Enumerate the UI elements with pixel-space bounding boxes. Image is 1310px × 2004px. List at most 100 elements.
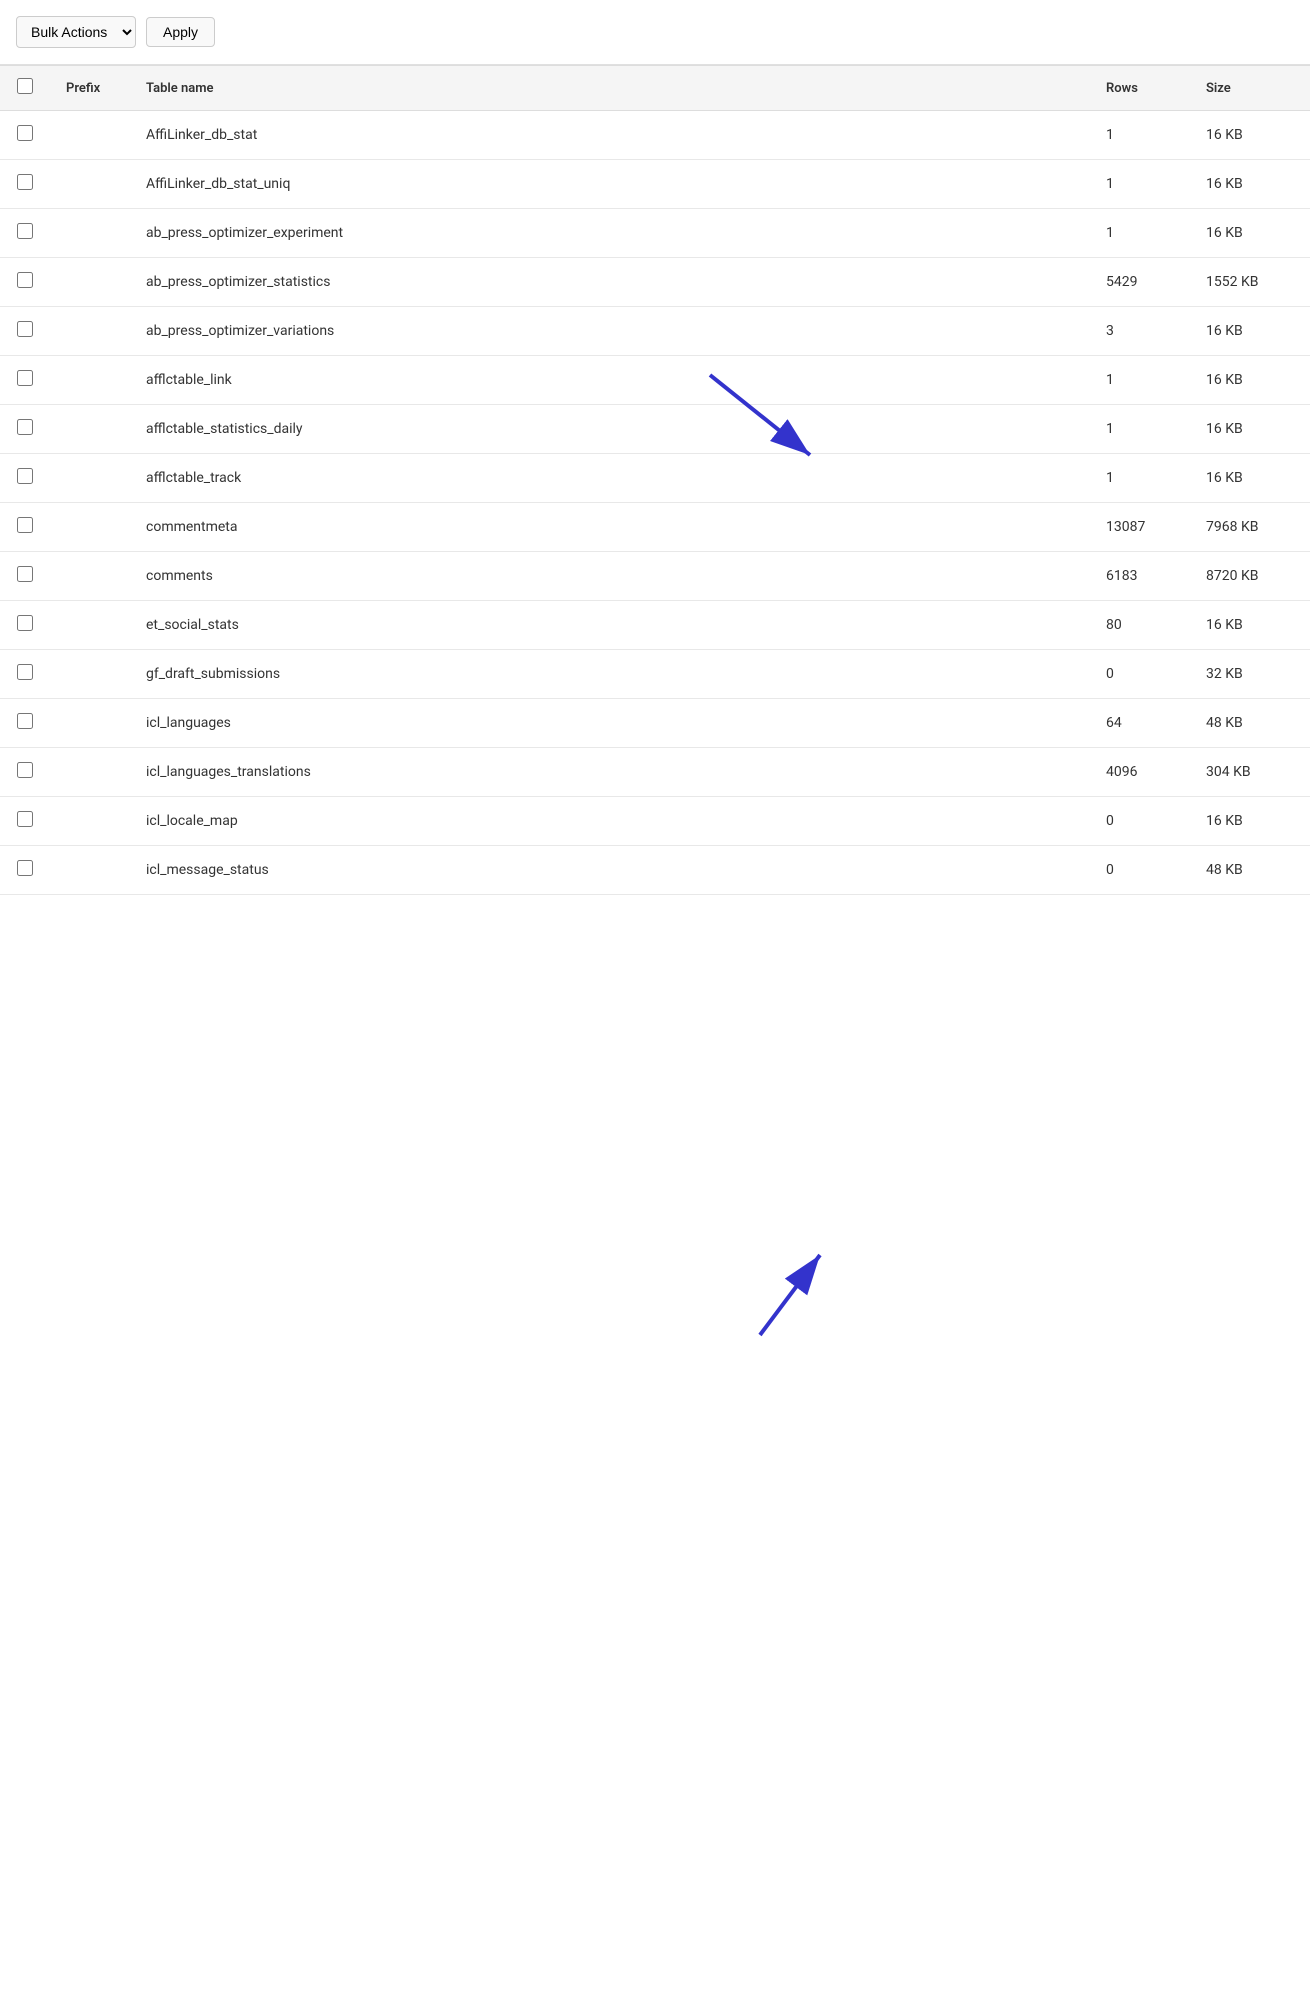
row-prefix	[50, 846, 130, 895]
row-size: 32 KB	[1190, 650, 1310, 699]
row-rows: 80	[1090, 601, 1190, 650]
row-rows: 13087	[1090, 503, 1190, 552]
row-prefix	[50, 699, 130, 748]
table-row: comments 6183 8720 KB	[0, 552, 1310, 601]
table-container: Prefix Table name Rows Size AffiLinker_d…	[0, 65, 1310, 895]
row-table-name: commentmeta	[130, 503, 1090, 552]
table-row: ab_press_optimizer_statistics 5429 1552 …	[0, 258, 1310, 307]
table-row: icl_locale_map 0 16 KB	[0, 797, 1310, 846]
row-rows: 4096	[1090, 748, 1190, 797]
apply-button[interactable]: Apply	[146, 17, 215, 47]
row-prefix	[50, 503, 130, 552]
row-checkbox[interactable]	[17, 811, 33, 827]
row-checkbox-cell	[0, 160, 50, 209]
row-rows: 1	[1090, 209, 1190, 258]
row-prefix	[50, 797, 130, 846]
row-checkbox[interactable]	[17, 664, 33, 680]
row-rows: 1	[1090, 454, 1190, 503]
row-checkbox[interactable]	[17, 713, 33, 729]
row-rows: 1	[1090, 356, 1190, 405]
table-row: ab_press_optimizer_experiment 1 16 KB	[0, 209, 1310, 258]
row-rows: 6183	[1090, 552, 1190, 601]
row-size: 16 KB	[1190, 405, 1310, 454]
row-table-name: afflctable_link	[130, 356, 1090, 405]
row-table-name: et_social_stats	[130, 601, 1090, 650]
row-checkbox-cell	[0, 503, 50, 552]
row-table-name: icl_languages_translations	[130, 748, 1090, 797]
row-checkbox[interactable]	[17, 615, 33, 631]
table-header-row: Prefix Table name Rows Size	[0, 66, 1310, 111]
database-table: Prefix Table name Rows Size AffiLinker_d…	[0, 65, 1310, 895]
row-prefix	[50, 111, 130, 160]
row-checkbox-cell	[0, 699, 50, 748]
table-row: afflctable_link 1 16 KB	[0, 356, 1310, 405]
table-row: AffiLinker_db_stat_uniq 1 16 KB	[0, 160, 1310, 209]
row-checkbox-cell	[0, 209, 50, 258]
row-checkbox[interactable]	[17, 272, 33, 288]
table-row: icl_languages 64 48 KB	[0, 699, 1310, 748]
row-rows: 1	[1090, 160, 1190, 209]
row-size: 16 KB	[1190, 797, 1310, 846]
row-rows: 0	[1090, 797, 1190, 846]
table-row: icl_message_status 0 48 KB	[0, 846, 1310, 895]
row-prefix	[50, 405, 130, 454]
row-size: 16 KB	[1190, 307, 1310, 356]
row-table-name: ab_press_optimizer_experiment	[130, 209, 1090, 258]
row-checkbox-cell	[0, 748, 50, 797]
select-all-checkbox[interactable]	[17, 78, 33, 94]
row-checkbox[interactable]	[17, 370, 33, 386]
row-checkbox-cell	[0, 797, 50, 846]
row-rows: 5429	[1090, 258, 1190, 307]
row-checkbox[interactable]	[17, 125, 33, 141]
row-checkbox[interactable]	[17, 321, 33, 337]
row-size: 16 KB	[1190, 111, 1310, 160]
row-checkbox[interactable]	[17, 419, 33, 435]
row-size: 16 KB	[1190, 209, 1310, 258]
row-rows: 1	[1090, 111, 1190, 160]
row-prefix	[50, 552, 130, 601]
bulk-actions-select[interactable]: Bulk Actions	[16, 16, 136, 48]
row-size: 16 KB	[1190, 454, 1310, 503]
row-checkbox[interactable]	[17, 517, 33, 533]
row-checkbox[interactable]	[17, 762, 33, 778]
row-checkbox[interactable]	[17, 468, 33, 484]
row-checkbox-cell	[0, 601, 50, 650]
table-row: AffiLinker_db_stat 1 16 KB	[0, 111, 1310, 160]
row-checkbox[interactable]	[17, 860, 33, 876]
row-prefix	[50, 209, 130, 258]
row-table-name: ab_press_optimizer_statistics	[130, 258, 1090, 307]
row-checkbox[interactable]	[17, 566, 33, 582]
table-row: afflctable_statistics_daily 1 16 KB	[0, 405, 1310, 454]
row-checkbox-cell	[0, 552, 50, 601]
row-checkbox-cell	[0, 454, 50, 503]
row-size: 304 KB	[1190, 748, 1310, 797]
row-checkbox-cell	[0, 258, 50, 307]
row-size: 16 KB	[1190, 356, 1310, 405]
row-table-name: icl_languages	[130, 699, 1090, 748]
row-size: 8720 KB	[1190, 552, 1310, 601]
row-size: 7968 KB	[1190, 503, 1310, 552]
header-prefix: Prefix	[50, 66, 130, 111]
row-table-name: icl_locale_map	[130, 797, 1090, 846]
table-row: icl_languages_translations 4096 304 KB	[0, 748, 1310, 797]
row-table-name: afflctable_statistics_daily	[130, 405, 1090, 454]
row-prefix	[50, 601, 130, 650]
header-table-name: Table name	[130, 66, 1090, 111]
table-row: et_social_stats 80 16 KB	[0, 601, 1310, 650]
table-row: gf_draft_submissions 0 32 KB	[0, 650, 1310, 699]
row-checkbox[interactable]	[17, 174, 33, 190]
row-prefix	[50, 307, 130, 356]
row-table-name: afflctable_track	[130, 454, 1090, 503]
row-checkbox-cell	[0, 307, 50, 356]
row-table-name: AffiLinker_db_stat	[130, 111, 1090, 160]
row-table-name: comments	[130, 552, 1090, 601]
row-table-name: gf_draft_submissions	[130, 650, 1090, 699]
row-checkbox-cell	[0, 356, 50, 405]
table-row: afflctable_track 1 16 KB	[0, 454, 1310, 503]
row-rows: 3	[1090, 307, 1190, 356]
row-rows: 1	[1090, 405, 1190, 454]
row-size: 48 KB	[1190, 846, 1310, 895]
row-checkbox[interactable]	[17, 223, 33, 239]
row-checkbox-cell	[0, 650, 50, 699]
row-checkbox-cell	[0, 405, 50, 454]
